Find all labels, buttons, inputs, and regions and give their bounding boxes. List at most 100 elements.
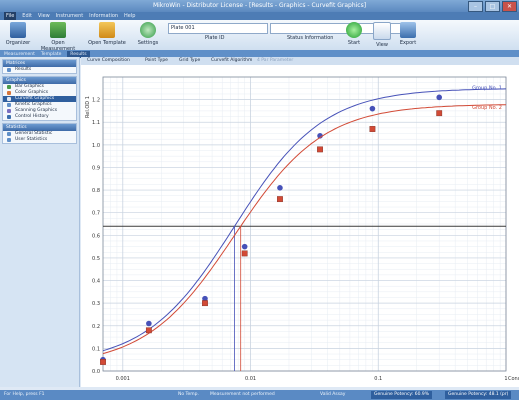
y-tick-label: 0.7 xyxy=(92,211,100,217)
kinetic-icon xyxy=(7,103,11,107)
history-icon xyxy=(7,115,11,119)
data-point xyxy=(145,327,152,334)
nav-item-label: General Statistic xyxy=(15,131,53,136)
y-tick-label: 0.6 xyxy=(92,233,100,239)
results-icon xyxy=(7,68,11,72)
minimize-icon[interactable]: – xyxy=(468,1,483,12)
menu-edit[interactable]: Edit xyxy=(22,12,32,20)
chart-area: 0.0 0.1 0.2 0.3 0.4 0.5 0.6 0.7 0.8 0.9 1.0 1.1 1.2 0… xyxy=(81,65,519,387)
x-tick-label: 0.01 xyxy=(245,376,256,382)
title-bar: MikroWin - Distributor License - [Result… xyxy=(0,0,519,12)
series-label: Group No. 1 xyxy=(472,85,502,91)
menu-help[interactable]: Help xyxy=(124,12,135,20)
data-point xyxy=(241,250,248,257)
nav-item-control-history[interactable]: Control History xyxy=(3,114,76,120)
export-button[interactable]: Export xyxy=(398,22,418,46)
nav-item-results[interactable]: Results xyxy=(3,67,76,73)
data-point xyxy=(369,126,376,132)
settings-gear-icon xyxy=(140,22,156,38)
nav-item-user-statistics[interactable]: User Statistics xyxy=(3,137,76,143)
y-tick-label: 0.2 xyxy=(92,324,100,330)
nav-item-label: Control History xyxy=(15,114,49,119)
parameter-field[interactable]: 4 Par Parameter xyxy=(257,58,293,63)
y-tick-label: 0.1 xyxy=(92,346,100,352)
data-point xyxy=(202,300,208,307)
maximize-icon[interactable]: □ xyxy=(485,1,500,12)
data-point xyxy=(146,320,152,327)
open-template-icon xyxy=(99,22,115,38)
status-measurement: Measurement not performed xyxy=(210,392,275,397)
data-point xyxy=(317,146,323,153)
y-tick-label: 0.4 xyxy=(92,279,100,285)
nav-item-label: Color Graphics xyxy=(15,90,49,95)
scan-icon xyxy=(7,109,11,113)
data-point xyxy=(241,243,248,250)
plate-id-input[interactable]: Plate 001 xyxy=(168,23,268,34)
export-icon xyxy=(400,22,416,38)
statistics-header[interactable]: Statistics xyxy=(3,124,76,131)
organizer-icon xyxy=(10,22,26,38)
matrices-header[interactable]: Matrices xyxy=(3,60,76,67)
y-tick-label: 0.9 xyxy=(92,165,100,171)
data-point xyxy=(100,359,106,365)
curve-composition-dropdown[interactable]: Curve Composition xyxy=(87,58,130,63)
y-tick-label: 0.0 xyxy=(92,369,100,375)
y-tick-label: 0.8 xyxy=(92,188,100,194)
open-measurement-icon xyxy=(50,22,66,38)
open-template-button[interactable]: Open Template xyxy=(88,22,126,46)
statistic-icon xyxy=(7,132,11,136)
nav-item-label: Curvefit Graphics xyxy=(15,96,55,101)
status-validity: Valid Assay xyxy=(320,392,346,397)
status-bar: For Help, press F1 No Temp. Measurement … xyxy=(0,390,519,400)
fit-curve-2 xyxy=(102,104,507,355)
y-axis-label: Rel.OD 1 xyxy=(85,96,91,118)
curvefit-chart: 0.0 0.1 0.2 0.3 0.4 0.5 0.6 0.7 0.8 0.9 1.0 1.1 1.2 0… xyxy=(85,76,519,382)
bar-chart-icon xyxy=(7,85,11,89)
view-label: View xyxy=(376,42,388,48)
status-information-field xyxy=(270,23,414,34)
data-point xyxy=(369,105,376,112)
mode-tabs: Measurement Template Results xyxy=(0,50,519,58)
plate-id-label: Plate ID xyxy=(205,35,225,41)
organizer-button[interactable]: Organizer xyxy=(4,22,32,46)
menu-view[interactable]: View xyxy=(38,12,50,20)
x-tick-label: 0.001 xyxy=(116,376,130,382)
open-template-label: Open Template xyxy=(88,40,126,46)
settings-button[interactable]: Settings xyxy=(136,22,160,46)
y-tick-label: 1.2 xyxy=(92,98,100,104)
ribbon: Organizer Open Measurement Open Template… xyxy=(0,20,519,52)
nav-item-label: Scanning Graphics xyxy=(15,108,58,113)
data-point xyxy=(436,110,443,117)
organizer-label: Organizer xyxy=(5,40,31,46)
view-button[interactable]: View xyxy=(372,22,392,48)
nav-item-label: Bar Graphics xyxy=(15,84,44,89)
status-help: For Help, press F1 xyxy=(4,392,45,397)
menu-file[interactable]: File xyxy=(4,12,17,20)
data-point xyxy=(436,94,443,101)
grid-type-dropdown[interactable]: Grid Type xyxy=(179,58,200,63)
menu-bar: File Edit View Instrument Information He… xyxy=(0,12,519,20)
graphics-section: Graphics Bar Graphics Color Graphics Cur… xyxy=(2,76,77,121)
menu-information[interactable]: Information xyxy=(89,12,118,20)
settings-label: Settings xyxy=(137,40,159,46)
series-label: Group No. 2 xyxy=(472,105,502,111)
open-measurement-button[interactable]: Open Measurement xyxy=(36,22,80,52)
curvefit-algorithm-dropdown[interactable]: Curvefit Algorithm xyxy=(211,58,252,63)
y-tick-label: 0.5 xyxy=(92,256,100,262)
status-genuine-1: Genuine Potency: 60.9% xyxy=(371,391,433,399)
curve-icon xyxy=(7,97,11,101)
nav-item-label: User Statistics xyxy=(15,137,48,142)
y-tick-label: 1.1 xyxy=(92,120,100,126)
status-genuine-2: Genuine Potency: 48.1 (pr) xyxy=(445,391,512,399)
y-tick-label: 1.0 xyxy=(92,143,100,149)
start-button[interactable]: Start xyxy=(344,22,364,46)
export-label: Export xyxy=(399,40,417,46)
color-grid-icon xyxy=(7,91,11,95)
graphics-header[interactable]: Graphics xyxy=(3,77,76,84)
point-type-dropdown[interactable]: Point Type xyxy=(145,58,168,63)
view-document-icon xyxy=(373,22,391,40)
menu-instrument[interactable]: Instrument xyxy=(56,12,84,20)
close-icon[interactable]: ✕ xyxy=(502,1,517,12)
data-point xyxy=(277,185,283,191)
status-information-label: Status Information xyxy=(287,35,334,41)
